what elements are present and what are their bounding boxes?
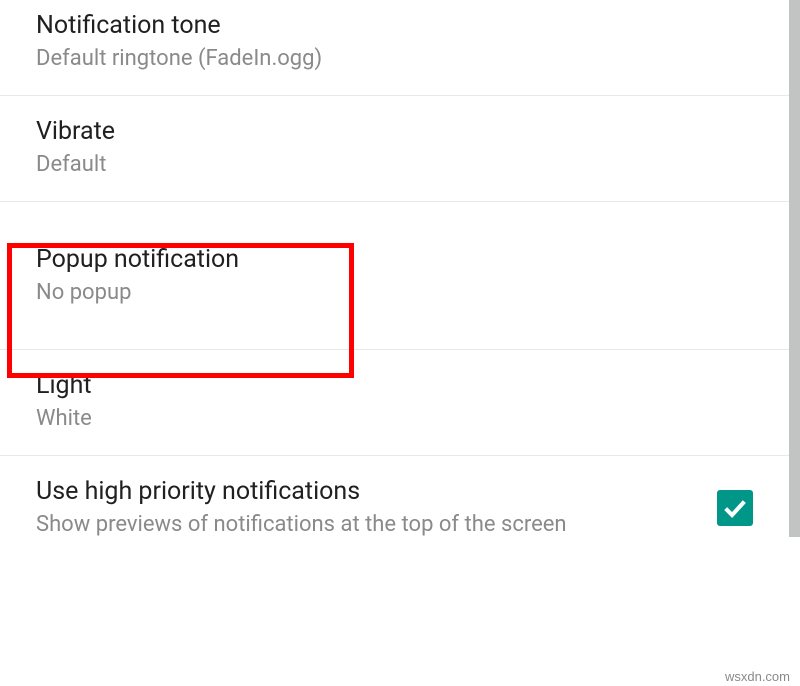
setting-vibrate[interactable]: Vibrate Default	[0, 96, 789, 202]
setting-title: Use high priority notifications	[36, 476, 701, 509]
setting-high-priority[interactable]: Use high priority notifications Show pre…	[0, 456, 789, 567]
setting-title: Light	[36, 370, 753, 403]
setting-subtitle: No popup	[36, 279, 753, 308]
checkbox-checked[interactable]	[717, 490, 753, 526]
settings-list: Notification tone Default ringtone (Fade…	[0, 0, 789, 567]
setting-title: Notification tone	[36, 10, 753, 43]
setting-popup-notification[interactable]: Popup notification No popup	[0, 202, 789, 350]
setting-subtitle: Default	[36, 151, 753, 180]
watermark: wsxdn.com	[725, 669, 790, 684]
scrollbar[interactable]	[789, 0, 800, 537]
checkmark-icon	[721, 494, 749, 522]
setting-subtitle: Default ringtone (FadeIn.ogg)	[36, 45, 753, 74]
setting-notification-tone[interactable]: Notification tone Default ringtone (Fade…	[0, 0, 789, 96]
setting-light[interactable]: Light White	[0, 350, 789, 456]
setting-title: Popup notification	[36, 244, 753, 277]
setting-subtitle: Show previews of notifications at the to…	[36, 511, 701, 540]
setting-title: Vibrate	[36, 116, 753, 149]
setting-subtitle: White	[36, 405, 753, 434]
